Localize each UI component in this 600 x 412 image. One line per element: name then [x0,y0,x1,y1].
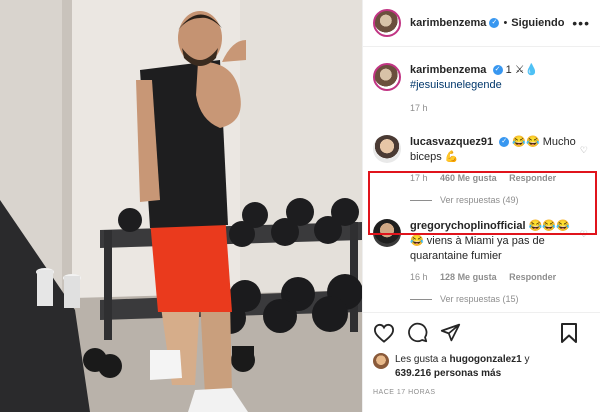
view-replies-button[interactable]: Ver respuestas (15) [363,294,600,304]
author-avatar[interactable] [373,9,401,37]
caption-hashtag-link[interactable]: #jesuisunelegende [410,79,502,91]
commenter-username[interactable]: lucasvazquez91 [410,136,493,148]
caption-avatar[interactable] [373,63,401,91]
share-icon[interactable] [440,322,461,348]
liker-avatar[interactable] [373,353,389,369]
post-actions: Les gusta a hugogonzalez1 y 639.216 pers… [363,312,600,396]
caption-username[interactable]: karimbenzema [410,64,486,76]
following-button[interactable]: Siguiendo [511,17,564,29]
gym-photo-illustration [0,0,362,412]
verified-badge-icon: ✓ [492,65,503,76]
view-replies-label: Ver respuestas (15) [440,294,519,304]
header-separator: • [503,17,508,29]
more-options-icon[interactable]: ••• [572,15,590,31]
liker-username[interactable]: hugogonzalez1 [450,354,522,365]
reply-button[interactable]: Responder [509,272,556,282]
post-timestamp[interactable]: HACE 17 HORAS [373,389,590,396]
heart-icon[interactable] [373,323,395,348]
likes-count[interactable]: 639.216 personas más [395,368,501,379]
caption-time[interactable]: 17 h [410,103,428,113]
post-side-panel: karimbenzema ✓ • Siguiendo ••• karimbenz… [362,0,600,412]
likes-prefix: Les gusta a [395,354,447,365]
caption-text: 1 ⚔💧 [505,64,539,76]
author-username[interactable]: karimbenzema [410,17,486,29]
replies-line [410,299,432,301]
comment-icon[interactable] [407,322,428,348]
highlight-box [368,171,597,235]
caption: karimbenzema ✓ 1 ⚔💧 #jesuisunelegende 17… [363,47,600,113]
comments-list[interactable]: karimbenzema ✓ 1 ⚔💧 #jesuisunelegende 17… [363,47,600,312]
likes-summary[interactable]: Les gusta a hugogonzalez1 y 639.216 pers… [373,353,590,381]
comment-likes[interactable]: 128 Me gusta [440,272,497,282]
post-header: karimbenzema ✓ • Siguiendo ••• [363,0,600,47]
bookmark-icon[interactable] [560,322,578,349]
comment-like-heart-icon[interactable]: ♡ [580,145,588,156]
comment-time[interactable]: 16 h [410,272,428,282]
post-photo[interactable] [0,0,362,412]
verified-badge-icon: ✓ [499,137,510,148]
commenter-avatar[interactable] [373,135,401,163]
likes-conj: y [524,354,530,365]
verified-badge-icon: ✓ [489,18,500,28]
